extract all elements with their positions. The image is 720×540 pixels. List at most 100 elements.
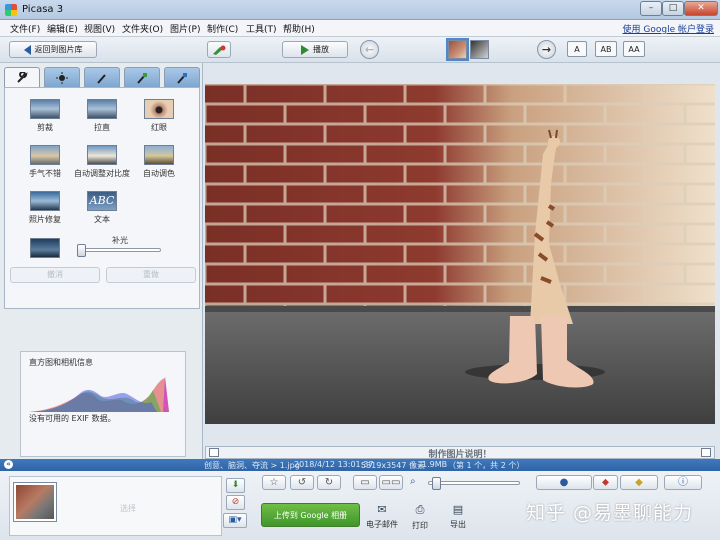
- filmstrip-thumb-current[interactable]: [446, 38, 469, 61]
- fill-light-slider[interactable]: [79, 248, 161, 252]
- crop-tool[interactable]: 剪裁: [15, 99, 75, 133]
- text-size-small-button[interactable]: A: [567, 41, 587, 57]
- zoom-slider-thumb[interactable]: [432, 477, 441, 490]
- auto-color-tool[interactable]: 自动调色: [129, 145, 189, 179]
- star-icon: ☆: [269, 477, 279, 488]
- zoom-slider[interactable]: [428, 481, 520, 485]
- pin-icon: ⬇: [231, 480, 240, 490]
- print-label: 打印: [412, 521, 428, 530]
- im-feeling-lucky-tool[interactable]: 手气不错: [15, 145, 75, 179]
- menu-create[interactable]: 制作(C): [207, 22, 238, 35]
- collapse-tray-icon[interactable]: «: [4, 460, 13, 469]
- photo-tray[interactable]: 选择: [9, 476, 222, 536]
- next-photo-button[interactable]: →: [537, 40, 556, 59]
- histogram-chart: [29, 376, 169, 412]
- rotate-left-icon: ↺: [297, 477, 307, 488]
- menu-file[interactable]: 文件(F): [10, 22, 40, 35]
- tray-thumbnail[interactable]: [13, 482, 57, 522]
- previous-photo-button[interactable]: ←: [360, 40, 379, 59]
- retouch-tool[interactable]: 照片修复: [15, 191, 75, 225]
- clear-icon: ⊘: [231, 497, 240, 507]
- back-to-library-button[interactable]: 返回到图片库: [9, 41, 97, 58]
- add-to-album-button[interactable]: ▣▾: [223, 513, 247, 528]
- retouch-label: 照片修复: [29, 215, 61, 224]
- maximize-button[interactable]: □: [662, 1, 684, 16]
- export-icon: ▤: [452, 503, 464, 516]
- rotate-right-icon: ↻: [324, 477, 334, 488]
- menu-edit[interactable]: 编辑(E): [47, 22, 78, 35]
- clear-tray-button[interactable]: ⊘: [226, 495, 245, 510]
- title-bar: Picasa 3 – □ ✕: [0, 0, 720, 20]
- tab-effects-3[interactable]: [164, 67, 200, 87]
- export-button[interactable]: ▤ 导出: [440, 503, 476, 530]
- text-size-medium-button[interactable]: AB: [595, 41, 617, 57]
- edit-panel: 剪裁 拉直 红眼 手气不错 自动调整对比度 自动调色 照片修复 ABC 文本 补…: [0, 63, 203, 459]
- print-icon: ⎙: [415, 503, 425, 516]
- upload-google-photos-button[interactable]: 上传到 Google 相册: [261, 503, 360, 527]
- arrow-left-icon: ←: [364, 43, 375, 56]
- brush-icon: [213, 45, 226, 55]
- tab-basic-fixes[interactable]: [4, 67, 40, 88]
- map-pin-icon: ⬥: [602, 477, 609, 488]
- edit-tabs: [4, 67, 200, 88]
- text-tool[interactable]: ABC 文本: [72, 191, 132, 225]
- tab-effects-1[interactable]: [84, 67, 120, 87]
- redo-button[interactable]: 重做: [106, 267, 196, 283]
- menu-picture[interactable]: 图片(P): [170, 22, 200, 35]
- info-icon: ⓘ: [678, 477, 688, 488]
- picasa-logo-icon: [5, 4, 17, 16]
- filmstrip-thumb-next[interactable]: [470, 40, 489, 59]
- google-signin-link[interactable]: 使用 Google 帐户登录: [623, 22, 714, 35]
- close-button[interactable]: ✕: [684, 1, 718, 16]
- print-button[interactable]: ⎙ 打印: [402, 503, 438, 531]
- auto-contrast-tool[interactable]: 自动调整对比度: [72, 145, 132, 179]
- email-button[interactable]: ✉ 电子邮件: [364, 503, 400, 530]
- undo-button[interactable]: 撤消: [10, 267, 100, 283]
- hold-pin-button[interactable]: ⬇: [226, 478, 245, 493]
- menu-folder[interactable]: 文件夹(O): [122, 22, 163, 35]
- people-button[interactable]: ●: [536, 475, 592, 490]
- status-dimensions: 5319x3547 像素: [361, 461, 425, 470]
- play-slideshow-button[interactable]: 播放: [282, 41, 348, 58]
- photo-preview[interactable]: [205, 84, 715, 424]
- redeye-label: 红眼: [151, 123, 167, 132]
- person-icon: ●: [559, 477, 569, 488]
- brush-icon: [97, 73, 106, 84]
- text-size-large-button[interactable]: AA: [623, 41, 645, 57]
- arrow-right-icon: →: [541, 43, 552, 56]
- brush-green-icon: [137, 72, 147, 84]
- play-label: 播放: [313, 45, 329, 54]
- redeye-tool[interactable]: 红眼: [129, 99, 189, 133]
- lucky-icon: [30, 145, 60, 165]
- compare-view-icon: ▭▭: [381, 477, 401, 488]
- auto-contrast-icon: [87, 145, 117, 165]
- minimize-button[interactable]: –: [640, 1, 662, 16]
- wrench-icon: [17, 72, 28, 83]
- info-button[interactable]: ⓘ: [664, 475, 702, 490]
- caption-clear-icon[interactable]: [701, 448, 711, 457]
- fill-light-icon: [30, 238, 60, 258]
- tab-tuning[interactable]: [44, 67, 80, 87]
- menu-help[interactable]: 帮助(H): [283, 22, 315, 35]
- rotate-right-button[interactable]: ↻: [317, 475, 341, 490]
- auto-color-icon: [144, 145, 174, 165]
- back-arrow-icon: [23, 44, 31, 55]
- crop-label: 剪裁: [37, 123, 53, 132]
- star-button[interactable]: ☆: [262, 475, 286, 490]
- status-position: （第 1 个，共 2 个）: [448, 461, 525, 470]
- tab-effects-2[interactable]: [124, 67, 160, 87]
- histogram-panel: 直方图和相机信息 没有可用的 EXIF 数据。: [20, 351, 186, 457]
- rotate-left-button[interactable]: ↺: [290, 475, 314, 490]
- menu-view[interactable]: 视图(V): [84, 22, 115, 35]
- menu-tools[interactable]: 工具(T): [246, 22, 277, 35]
- caption-bar[interactable]: 制作图片说明！: [205, 446, 715, 460]
- play-icon: [301, 44, 309, 55]
- straighten-tool[interactable]: 拉直: [72, 99, 132, 133]
- straighten-label: 拉直: [94, 123, 110, 132]
- fill-light-slider-thumb[interactable]: [77, 244, 86, 257]
- view-compare-button[interactable]: ▭▭: [379, 475, 403, 490]
- geotag-button[interactable]: ⬥: [593, 475, 618, 490]
- edit-in-picasa-button[interactable]: [207, 41, 231, 58]
- view-single-button[interactable]: ▭: [353, 475, 377, 490]
- tags-button[interactable]: ◆: [620, 475, 658, 490]
